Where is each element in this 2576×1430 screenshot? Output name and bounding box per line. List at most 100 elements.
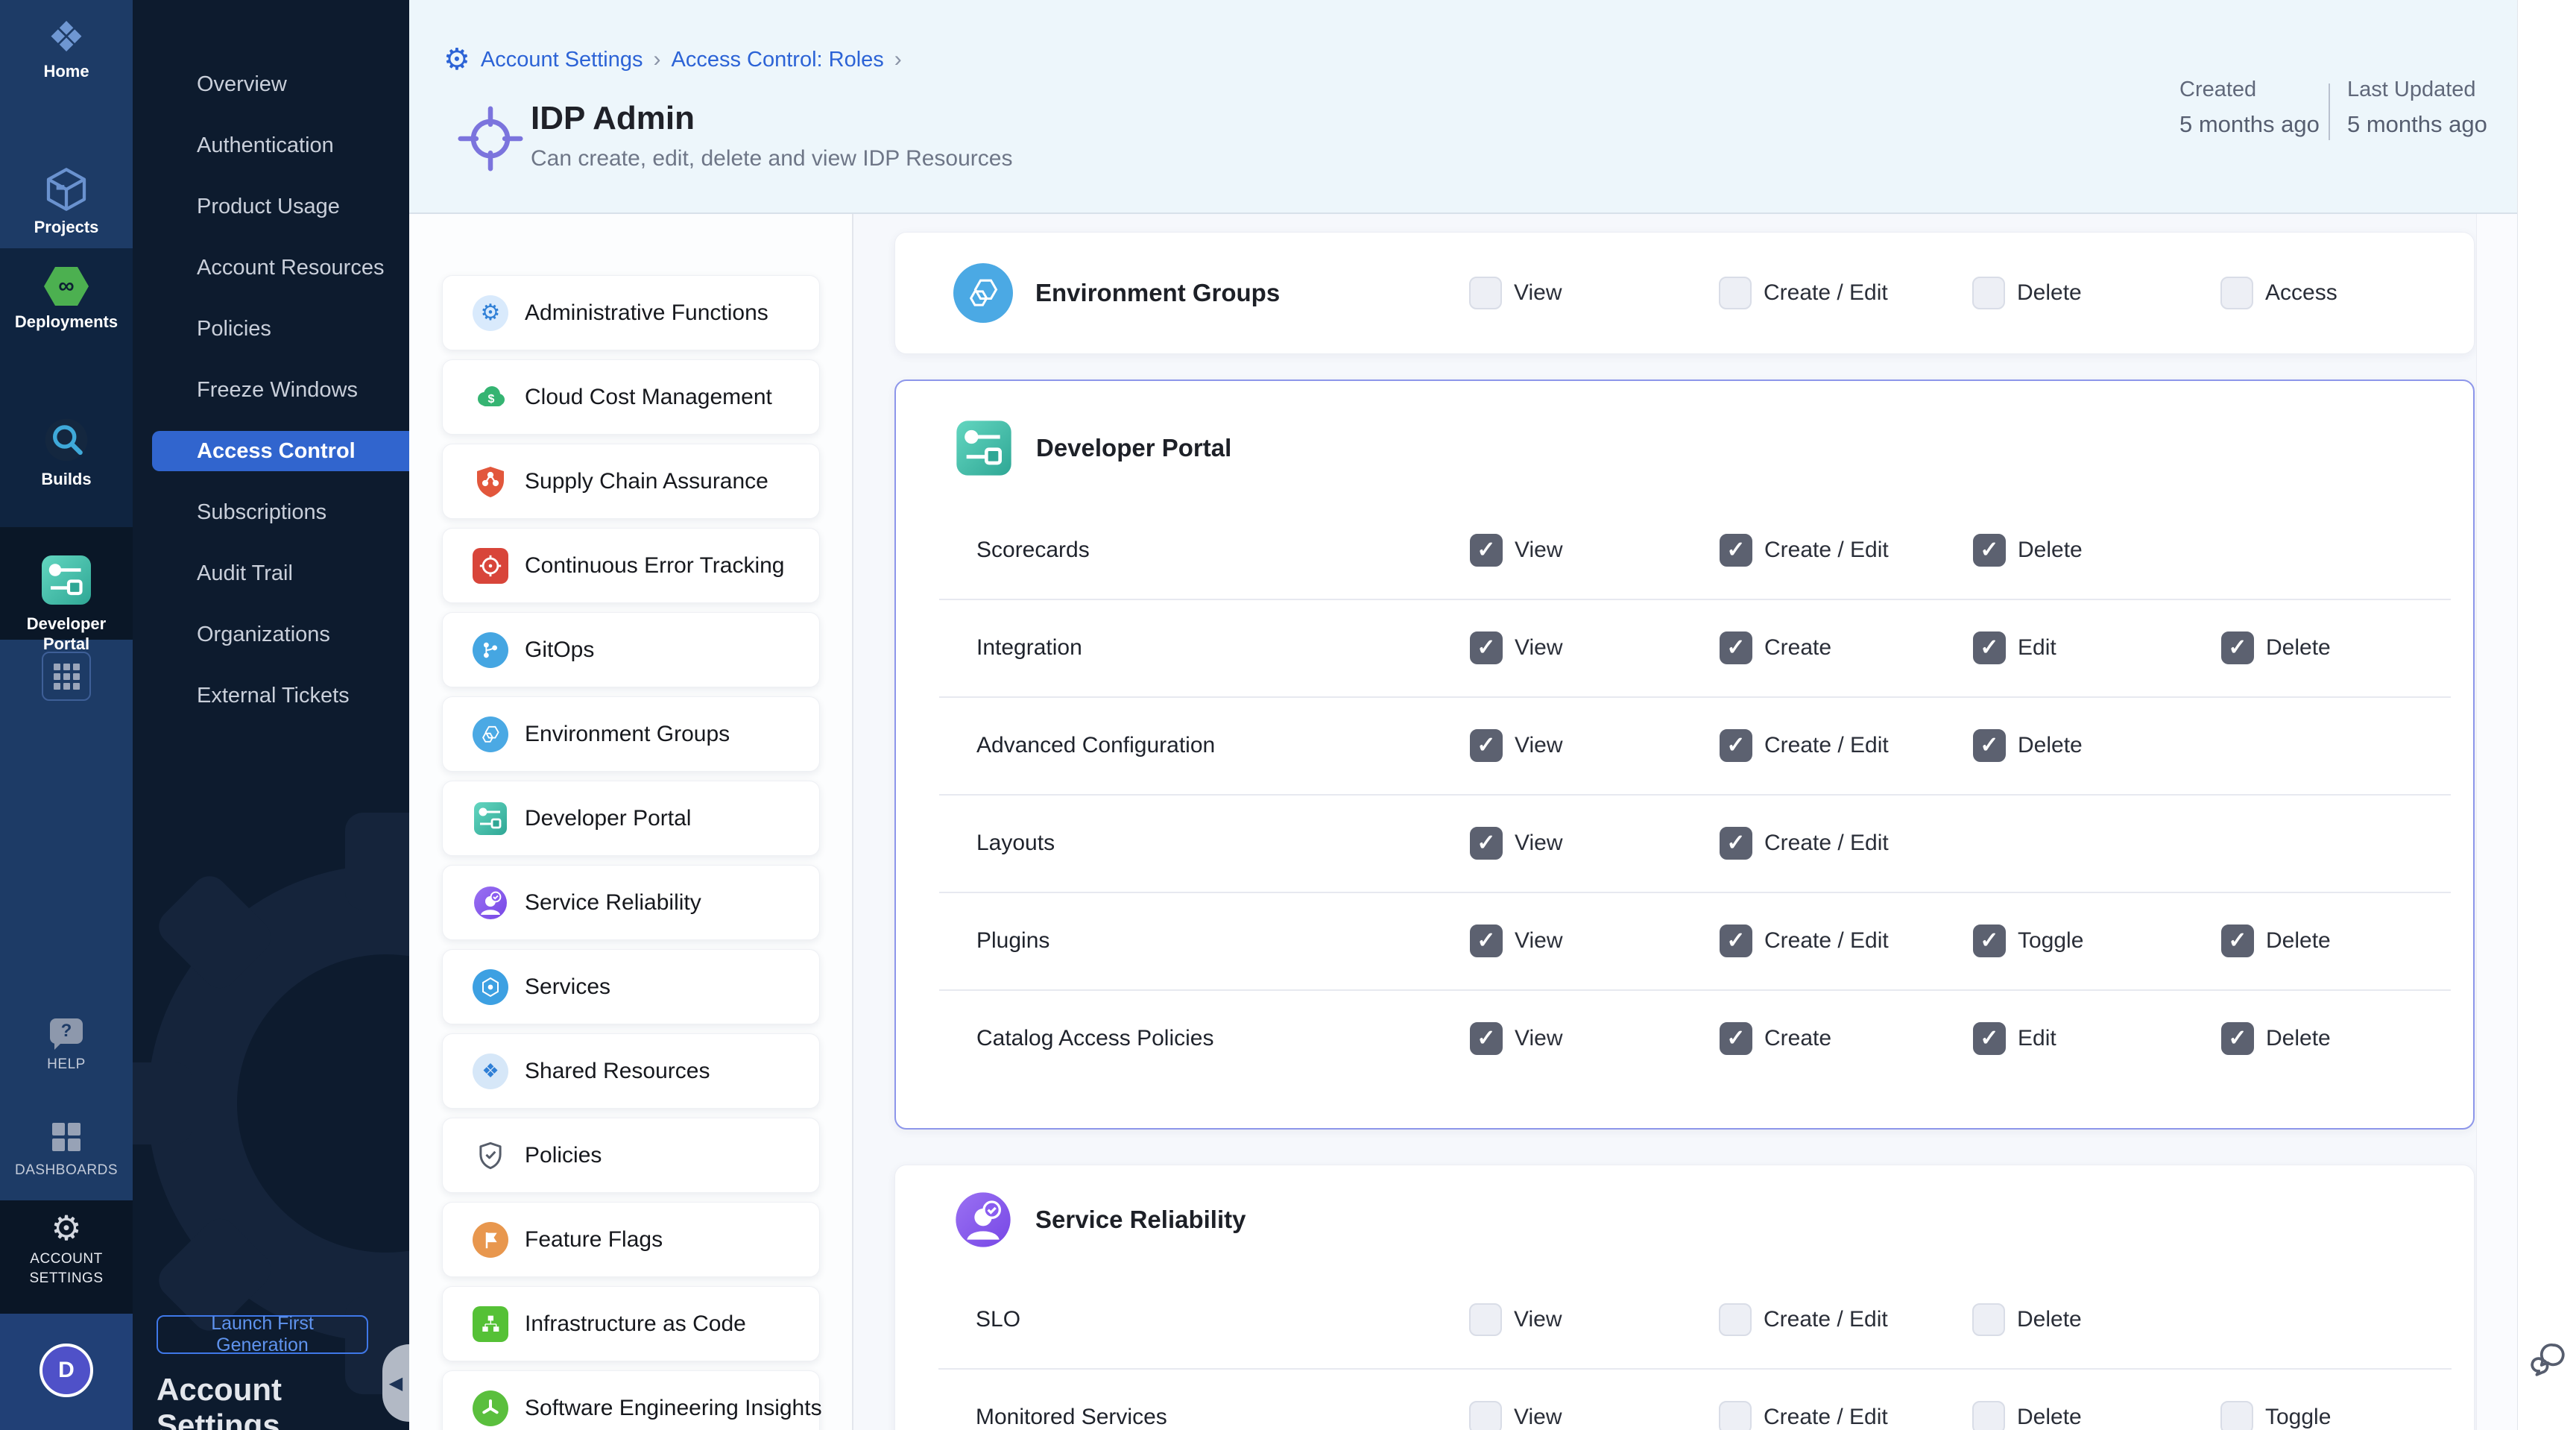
checkbox-create-edit[interactable] — [1719, 277, 1752, 309]
feature-flags-icon — [473, 1222, 508, 1258]
checkbox-view[interactable] — [1469, 1401, 1502, 1430]
module-card-service-reliability[interactable]: Service Reliability — [442, 865, 820, 940]
rail-item-account-settings[interactable]: ⚙ ACCOUNT SETTINGS — [0, 1211, 133, 1288]
permission-access: Access — [2220, 277, 2337, 309]
checkbox-create-edit-checked[interactable] — [1720, 729, 1752, 762]
sidebar-item-freeze-windows[interactable]: Freeze Windows — [133, 370, 409, 410]
checkbox-view-checked[interactable] — [1470, 631, 1503, 664]
checkbox-toggle-checked[interactable] — [1973, 925, 2006, 957]
module-card-policies[interactable]: Policies — [442, 1118, 820, 1193]
rail-item-dashboards[interactable]: DASHBOARDS — [0, 1123, 133, 1180]
sidebar-collapse-button[interactable]: ◀ — [382, 1344, 409, 1422]
sidebar-item-product-usage[interactable]: Product Usage — [133, 186, 409, 227]
rail-item-label: Projects — [0, 217, 133, 237]
checkbox-delete[interactable] — [1972, 1303, 2005, 1336]
permission-label: View — [1515, 1026, 1562, 1051]
supply-chain-assurance-icon — [473, 464, 508, 500]
rail-item-developer-portal[interactable]: Developer Portal — [0, 553, 133, 654]
checkbox-create-checked[interactable] — [1720, 1022, 1752, 1055]
module-card-cloud-cost-management[interactable]: $Cloud Cost Management — [442, 359, 820, 435]
checkbox-view[interactable] — [1469, 1303, 1502, 1336]
checkbox-delete-checked[interactable] — [2221, 925, 2254, 957]
module-card-feature-flags[interactable]: Feature Flags — [442, 1202, 820, 1277]
module-card-administrative-functions[interactable]: ⚙Administrative Functions — [442, 275, 820, 350]
developer-portal-icon — [40, 597, 93, 610]
module-card-gitops[interactable]: GitOps — [442, 612, 820, 687]
svg-text:$: $ — [488, 393, 495, 406]
checkbox-access[interactable] — [2220, 277, 2253, 309]
permission-delete: Delete — [2221, 631, 2331, 664]
checkbox-view-checked[interactable] — [1470, 827, 1503, 860]
sidebar-item-external-tickets[interactable]: External Tickets — [133, 675, 409, 716]
checkbox-delete-checked[interactable] — [2221, 1022, 2254, 1055]
rail-item-help[interactable]: ? HELP — [0, 1018, 133, 1074]
sidebar-item-organizations[interactable]: Organizations — [133, 614, 409, 655]
permission-label: Create / Edit — [1764, 1307, 1888, 1332]
checkbox-delete-checked[interactable] — [2221, 631, 2254, 664]
environment-groups-icon — [473, 716, 508, 752]
permission-label: View — [1514, 1405, 1562, 1430]
module-card-services[interactable]: Services — [442, 949, 820, 1024]
support-chat-icon[interactable] — [2528, 1339, 2570, 1385]
rail-item-deployments[interactable]: ∞ Deployments — [0, 267, 133, 332]
checkbox-view[interactable] — [1469, 277, 1502, 309]
checkbox-create-edit[interactable] — [1719, 1401, 1752, 1430]
rail-item-projects[interactable]: Projects — [0, 166, 133, 237]
permission-delete: Delete — [1972, 1401, 2082, 1430]
module-card-environment-groups[interactable]: Environment Groups — [442, 696, 820, 772]
module-card-continuous-error-tracking[interactable]: Continuous Error Tracking — [442, 528, 820, 603]
checkbox-create-edit-checked[interactable] — [1720, 534, 1752, 567]
rail-item-builds[interactable]: Builds — [0, 415, 133, 489]
projects-icon — [42, 204, 90, 216]
module-card-software-engineering-insights[interactable]: Software Engineering Insights — [442, 1370, 820, 1430]
module-card-infrastructure-as-code[interactable]: Infrastructure as Code — [442, 1286, 820, 1361]
sidebar-item-audit-trail[interactable]: Audit Trail — [133, 553, 409, 593]
checkbox-create-edit-checked[interactable] — [1720, 925, 1752, 957]
checkbox-toggle[interactable] — [2220, 1401, 2253, 1430]
permission-label: View — [1515, 538, 1562, 563]
panel-scrollbar-track[interactable] — [2476, 214, 2517, 1430]
permission-group-developer-portal: Developer Portal Scorecards View Create … — [894, 379, 2475, 1130]
created-value: 5 months ago — [2179, 111, 2320, 138]
page-scrollbar-area[interactable] — [2517, 0, 2576, 1430]
sidebar-item-access-control[interactable]: Access Control — [152, 431, 409, 471]
permission-delete: Delete — [2221, 1022, 2331, 1055]
permission-create-edit: Create / Edit — [1719, 277, 1888, 309]
checkbox-create-checked[interactable] — [1720, 631, 1752, 664]
module-card-shared-resources[interactable]: ❖Shared Resources — [442, 1033, 820, 1109]
permission-label: Create / Edit — [1764, 280, 1888, 306]
service-reliability-icon — [473, 885, 508, 921]
checkbox-create-edit-checked[interactable] — [1720, 827, 1752, 860]
sidebar-item-policies[interactable]: Policies — [133, 309, 409, 349]
breadcrumb-account-settings[interactable]: Account Settings — [481, 48, 643, 72]
permission-group-environment-groups: Environment Groups View Create / Edit De… — [894, 232, 2475, 354]
module-card-developer-portal[interactable]: Developer Portal — [442, 781, 820, 856]
rail-item-home[interactable]: ❖ Home — [0, 13, 133, 81]
group-header: Service Reliability — [953, 1190, 1246, 1250]
module-picker-button[interactable] — [42, 652, 91, 701]
permission-label: Toggle — [2018, 928, 2083, 954]
sidebar-item-authentication[interactable]: Authentication — [133, 125, 409, 166]
permission-toggle: Toggle — [1973, 925, 2083, 957]
sidebar-item-overview[interactable]: Overview — [133, 64, 409, 104]
permission-label: Delete — [2266, 635, 2331, 661]
checkbox-view-checked[interactable] — [1470, 1022, 1503, 1055]
checkbox-create-edit[interactable] — [1719, 1303, 1752, 1336]
launch-first-generation-button[interactable]: Launch First Generation — [157, 1315, 368, 1354]
module-card-supply-chain-assurance[interactable]: Supply Chain Assurance — [442, 444, 820, 519]
sidebar-item-account-resources[interactable]: Account Resources — [133, 248, 409, 288]
permission-label: Delete — [2018, 538, 2083, 563]
checkbox-delete[interactable] — [1972, 1401, 2005, 1430]
breadcrumb-access-control-roles[interactable]: Access Control: Roles — [672, 48, 884, 72]
checkbox-delete[interactable] — [1972, 277, 2005, 309]
checkbox-delete-checked[interactable] — [1973, 729, 2006, 762]
checkbox-delete-checked[interactable] — [1973, 534, 2006, 567]
checkbox-view-checked[interactable] — [1470, 925, 1503, 957]
checkbox-view-checked[interactable] — [1470, 534, 1503, 567]
permission-create-edit: Create / Edit — [1720, 534, 1889, 567]
checkbox-edit-checked[interactable] — [1973, 1022, 2006, 1055]
checkbox-edit-checked[interactable] — [1973, 631, 2006, 664]
sidebar-item-subscriptions[interactable]: Subscriptions — [133, 492, 409, 532]
user-avatar[interactable]: D — [40, 1344, 93, 1397]
checkbox-view-checked[interactable] — [1470, 729, 1503, 762]
